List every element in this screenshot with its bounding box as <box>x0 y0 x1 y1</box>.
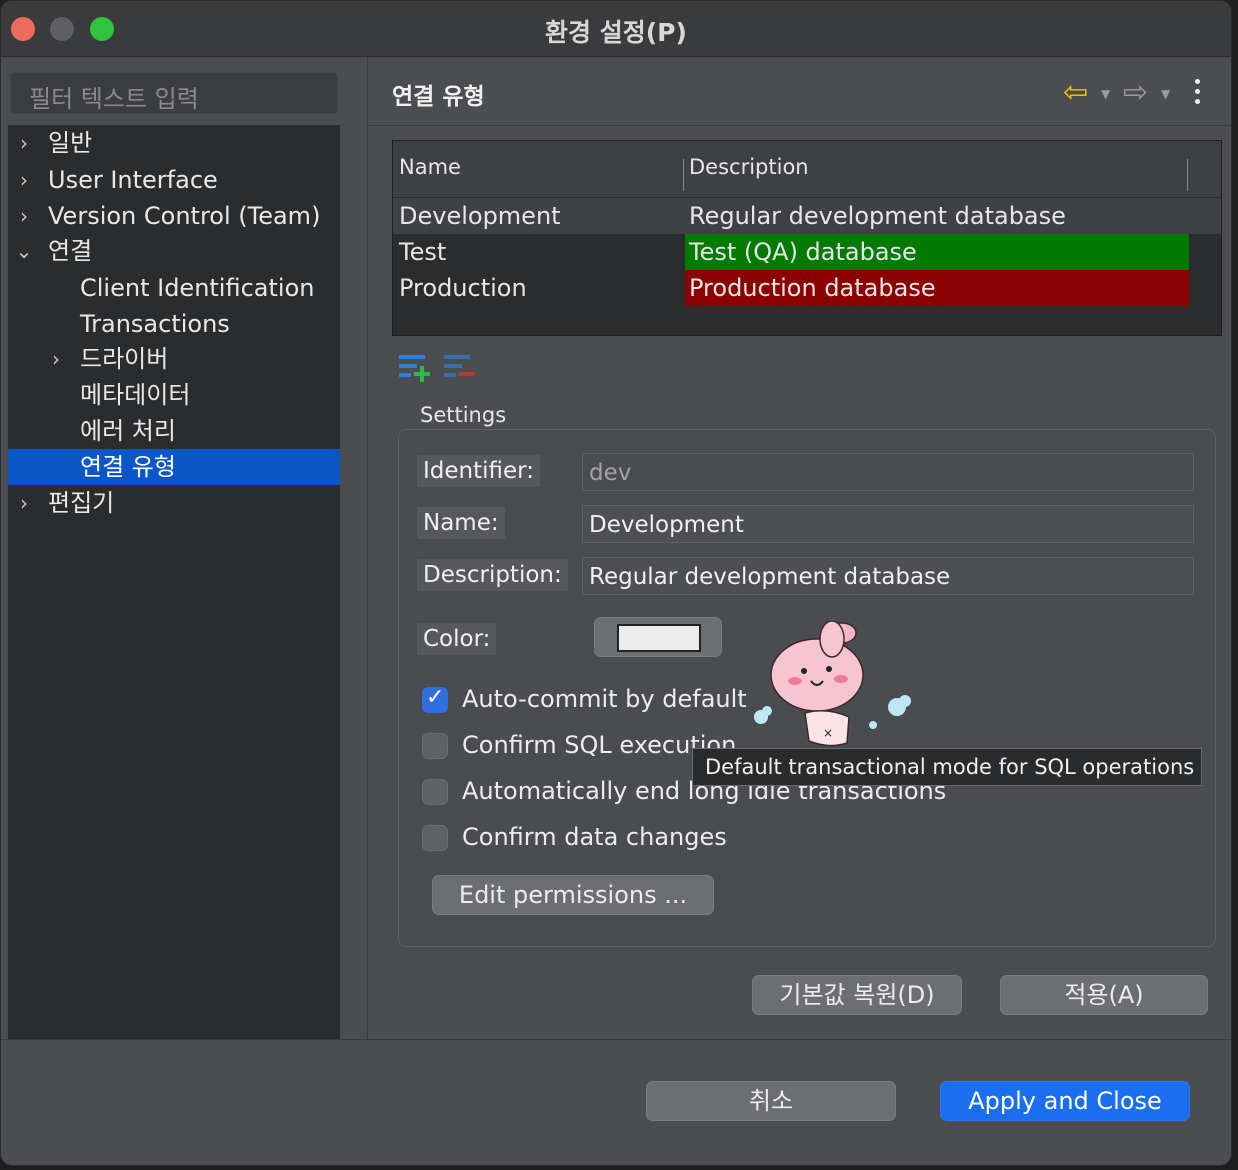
chevron-right-icon[interactable]: › <box>46 341 66 377</box>
tree-item-editors[interactable]: › 편집기 <box>8 485 340 521</box>
tree-item-label: 드라이버 <box>80 345 169 373</box>
apply-button[interactable]: 적용(A) <box>1000 975 1208 1015</box>
checkbox-icon[interactable] <box>422 825 448 851</box>
checkbox-icon[interactable] <box>422 733 448 759</box>
tree-item-label: Transactions <box>80 310 230 338</box>
edit-permissions-button[interactable]: Edit permissions ... <box>432 875 714 915</box>
chevron-down-icon[interactable]: ▼ <box>1101 87 1110 101</box>
name-field[interactable]: Development <box>582 505 1194 543</box>
cancel-button[interactable]: 취소 <box>646 1081 896 1121</box>
table-row[interactable]: Development Regular development database <box>393 198 1221 234</box>
kebab-menu-icon[interactable] <box>1195 79 1205 109</box>
window-title: 환경 설정(P) <box>545 18 687 47</box>
tree-item-label: User Interface <box>48 166 218 194</box>
title-bar: 환경 설정(P) <box>1 1 1231 57</box>
row-description: Production database <box>685 270 1189 306</box>
tree-item-error-handling[interactable]: 에러 처리 <box>8 413 340 449</box>
arrow-left-icon[interactable]: ⇦ <box>1063 77 1088 109</box>
tooltip: Default transactional mode for SQL opera… <box>692 748 1202 786</box>
column-header-name[interactable]: Name <box>399 155 461 179</box>
tree-item-user-interface[interactable]: › User Interface <box>8 162 340 198</box>
svg-text:×: × <box>823 726 833 740</box>
description-field[interactable]: Regular development database <box>582 557 1194 595</box>
footer-divider <box>1 1039 1231 1040</box>
filter-input[interactable]: 필터 텍스트 입력 <box>10 72 338 114</box>
column-separator[interactable] <box>683 159 684 191</box>
tree-item-connection-types[interactable]: 연결 유형 <box>8 449 340 485</box>
row-name: Development <box>399 202 561 230</box>
tree-item-label: 연결 유형 <box>80 453 176 481</box>
chevron-down-icon[interactable]: ⌄ <box>14 233 34 269</box>
color-picker-button[interactable] <box>594 617 722 657</box>
tree-item-label: 일반 <box>48 129 93 157</box>
row-name: Test <box>399 238 447 266</box>
tree-item-version-control[interactable]: › Version Control (Team) <box>8 198 340 234</box>
page-title: 연결 유형 <box>392 84 485 110</box>
checkbox-checked-icon[interactable] <box>422 685 448 713</box>
header-divider <box>367 125 1231 126</box>
color-label: Color: <box>417 623 497 655</box>
table-header: Name Description <box>393 141 1221 197</box>
connection-types-table: Name Description Development Regular dev… <box>392 140 1222 336</box>
name-label: Name: <box>417 507 505 539</box>
tree-item-label: 편집기 <box>48 489 115 517</box>
identifier-label: Identifier: <box>417 455 540 487</box>
description-label: Description: <box>417 559 568 591</box>
chevron-right-icon[interactable]: › <box>14 198 34 234</box>
add-row-icon[interactable] <box>399 353 431 383</box>
arrow-right-icon[interactable]: ⇨ <box>1123 77 1148 109</box>
row-name: Production <box>399 274 527 302</box>
chevron-right-icon[interactable]: › <box>14 125 34 161</box>
settings-group-title: Settings <box>420 403 507 427</box>
tree-item-label: 연결 <box>48 237 93 265</box>
chevron-right-icon[interactable]: › <box>14 162 34 198</box>
table-row[interactable]: Production Production database <box>393 270 1221 306</box>
tree-item-label: Version Control (Team) <box>48 202 321 230</box>
tree-item-label: 에러 처리 <box>80 417 176 445</box>
column-separator[interactable] <box>1187 159 1188 191</box>
checkbox-label: Confirm data changes <box>462 823 727 851</box>
row-description: Test (QA) database <box>685 234 1189 270</box>
tree-item-label: Client Identification <box>80 274 315 302</box>
panel-divider[interactable] <box>367 57 368 1039</box>
restore-defaults-button[interactable]: 기본값 복원(D) <box>752 975 962 1015</box>
chevron-right-icon[interactable]: › <box>14 485 34 521</box>
tree-item-general[interactable]: › 일반 <box>8 125 340 161</box>
column-header-description[interactable]: Description <box>689 155 809 179</box>
tree-item-drivers[interactable]: › 드라이버 <box>8 341 340 377</box>
tree-item-connections[interactable]: ⌄ 연결 <box>8 233 340 269</box>
checkbox-icon[interactable] <box>422 779 448 805</box>
rabbit-sticker-image: × <box>754 621 911 747</box>
tree-item-client-identification[interactable]: Client Identification <box>8 270 340 306</box>
apply-and-close-button[interactable]: Apply and Close <box>940 1081 1190 1121</box>
row-description: Regular development database <box>689 202 1066 230</box>
remove-row-icon[interactable] <box>444 353 476 383</box>
tree-item-metadata[interactable]: 메타데이터 <box>8 377 340 413</box>
preferences-window: 환경 설정(P) 필터 텍스트 입력 › 일반 › User Interface… <box>0 0 1232 1166</box>
tree-item-transactions[interactable]: Transactions <box>8 306 340 342</box>
identifier-field: dev <box>582 453 1194 491</box>
table-row[interactable]: Test Test (QA) database <box>393 234 1221 270</box>
color-swatch <box>617 624 701 652</box>
checkbox-label: Auto-commit by default <box>462 685 747 713</box>
preferences-tree: › 일반 › User Interface › Version Control … <box>8 125 340 1039</box>
chevron-down-icon[interactable]: ▼ <box>1161 87 1170 101</box>
tree-item-label: 메타데이터 <box>80 381 191 409</box>
